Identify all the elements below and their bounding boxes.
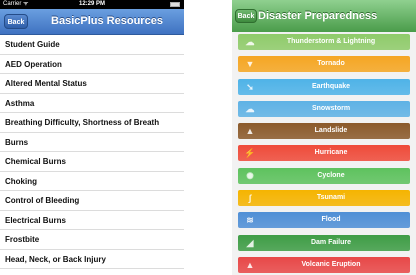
cyclone-icon: ✺	[246, 170, 254, 181]
disaster-button-label: Flood	[321, 216, 341, 224]
list-item[interactable]: AED Operation	[0, 55, 184, 74]
nav-bar: Back Disaster Preparedness	[232, 0, 416, 32]
disaster-button[interactable]: ➘ Earthquake	[238, 78, 410, 95]
page-title: Disaster Preparedness	[258, 10, 378, 22]
resource-list: Student Guide AED Operation Altered Mental…	[0, 35, 184, 269]
back-button[interactable]: Back	[4, 14, 28, 29]
list-item[interactable]: Breathing Difficulty, Shortness of Breat…	[0, 113, 184, 133]
flood-icon: ≋	[246, 215, 254, 226]
disaster-button-label: Earthquake	[311, 82, 351, 90]
disaster-preparedness-screen: Back Disaster Preparedness ☁ Thunderstorm…	[232, 0, 416, 275]
disaster-button-label: Thunderstorm & Lightning	[286, 38, 376, 45]
clock: 12:29 PM	[78, 1, 105, 7]
disaster-button[interactable]: ☁ Snowstorm	[238, 100, 410, 117]
tsunami-icon: ∫	[248, 193, 252, 204]
disaster-button[interactable]: ⚡ Hurricane	[238, 145, 410, 162]
disaster-button[interactable]: ∫ Tsunami	[238, 190, 410, 207]
disaster-button[interactable]: ✺ Cyclone	[238, 167, 410, 184]
list-item[interactable]: Choking	[0, 172, 184, 191]
landslide-icon: ▲	[245, 126, 255, 137]
hurricane-icon: ⚡	[244, 148, 256, 159]
disaster-button-label: Tornado	[317, 60, 345, 68]
list-item[interactable]: Frostbite	[0, 230, 184, 250]
disaster-list: ☁ Thunderstorm & Lightning ▼ Tornado ➘ Earthq…	[238, 34, 410, 275]
disaster-button-label: Tsunami	[316, 194, 346, 202]
disaster-button[interactable]: ▲ Landslide	[238, 123, 410, 140]
snow-cloud-icon: ☁	[245, 103, 255, 114]
disaster-button[interactable]: ▲ Volcanic Eruption	[238, 256, 410, 273]
list-item[interactable]: Control of Bleeding	[0, 191, 184, 211]
disaster-button-label: Hurricane	[314, 149, 348, 157]
disaster-button[interactable]: ☁ Thunderstorm & Lightning	[238, 34, 410, 50]
list-item[interactable]: Altered Mental Status	[0, 74, 184, 94]
status-bar: Carrier ᯤ 12:29 PM	[0, 0, 184, 9]
disaster-button-label: Dam Failure	[310, 238, 352, 246]
volcano-icon: ▲	[245, 259, 255, 270]
nav-bar: Back BasicPlus Resources	[0, 9, 184, 35]
dam-icon: ◢	[246, 237, 254, 248]
list-item[interactable]: Student Guide	[0, 35, 184, 55]
storm-cloud-icon: ☁	[245, 37, 255, 47]
list-item[interactable]: Head, Neck, or Back Injury	[0, 250, 184, 269]
disaster-button[interactable]: ◢ Dam Failure	[238, 234, 410, 251]
disaster-button-label: Snowstorm	[311, 104, 351, 112]
disaster-button[interactable]: ▼ Tornado	[238, 56, 410, 73]
earthquake-icon: ➘	[246, 81, 254, 92]
tornado-icon: ▼	[245, 59, 255, 70]
list-item[interactable]: Asthma	[0, 94, 184, 113]
page-title: BasicPlus Resources	[51, 15, 163, 27]
list-item[interactable]: Burns	[0, 133, 184, 152]
disaster-button-label: Landslide	[314, 127, 348, 135]
battery-icon	[170, 2, 180, 7]
disaster-button-label: Volcanic Eruption	[301, 260, 361, 268]
basicplus-resources-screen: Carrier ᯤ 12:29 PM Back BasicPlus Resour…	[0, 0, 184, 275]
disaster-button-label: Cyclone	[317, 171, 345, 179]
list-item[interactable]: Electrical Burns	[0, 211, 184, 230]
back-button[interactable]: Back	[235, 9, 257, 23]
list-item[interactable]: Chemical Burns	[0, 152, 184, 172]
disaster-button[interactable]: ≋ Flood	[238, 212, 410, 229]
